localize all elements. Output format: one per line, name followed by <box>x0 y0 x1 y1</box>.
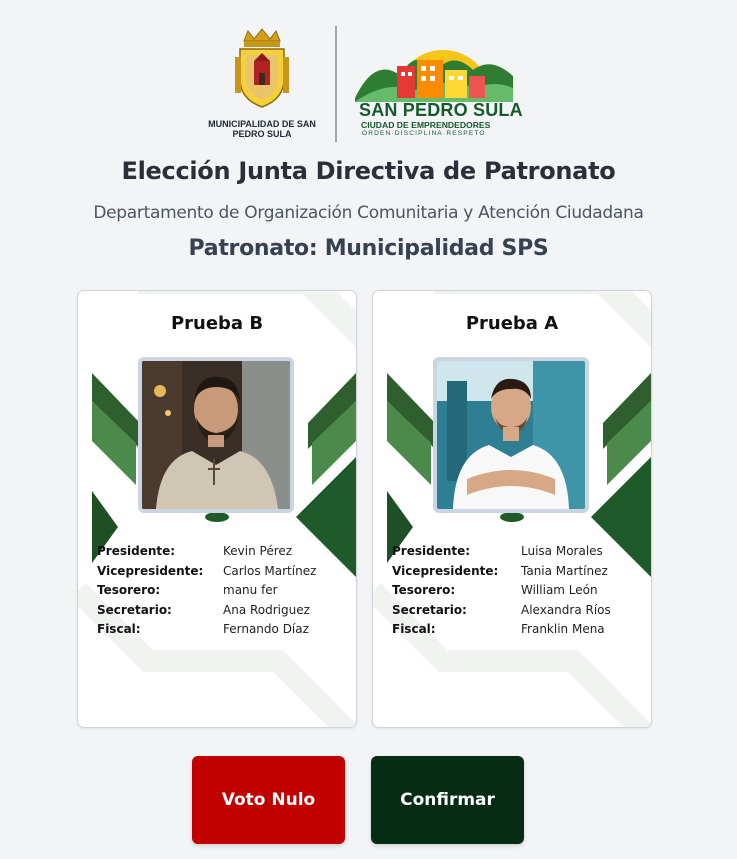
candidate-photo <box>138 357 294 513</box>
role-row: Secretario: Ana Rodriguez <box>97 603 347 623</box>
roles-list: Presidente: Kevin Pérez Vicepresidente: Ca… <box>97 544 347 642</box>
roles-list: Presidente: Luisa Morales Vicepresidente:… <box>392 544 642 642</box>
role-label: Vicepresidente: <box>97 563 204 578</box>
role-row: Secretario: Alexandra Ríos <box>392 603 642 623</box>
sps-logo-subtitle: CIUDAD DE EMPRENDEDORES <box>361 120 491 130</box>
role-label: Tesorero: <box>97 583 161 598</box>
sps-logo-motto: ORDEN·DISCIPLINA·RESPETO <box>362 130 486 137</box>
page-subtitle: Departamento de Organización Comunitaria… <box>93 203 644 223</box>
role-label: Tesorero: <box>392 583 456 598</box>
role-value: Ana Rodriguez <box>223 602 310 617</box>
city-skyline-icon <box>355 50 513 102</box>
role-value: manu fer <box>223 583 278 598</box>
patronato-label: Patronato: Municipalidad SPS <box>188 236 549 261</box>
role-row: Presidente: Luisa Morales <box>392 544 642 564</box>
coat-of-arms-icon <box>235 28 289 108</box>
role-value: Carlos Martínez <box>223 563 317 578</box>
role-value: Luisa Morales <box>521 544 603 558</box>
confirm-button[interactable]: Confirmar <box>371 756 524 844</box>
role-value: Fernando Díaz <box>223 622 309 637</box>
role-value: Kevin Pérez <box>223 544 293 558</box>
role-value: Franklin Mena <box>521 622 605 637</box>
role-row: Tesorero: William León <box>392 583 642 603</box>
role-label: Fiscal: <box>392 622 436 637</box>
sps-logo-title: SAN PEDRO SULA <box>359 100 523 120</box>
role-label: Secretario: <box>97 602 172 617</box>
role-row: Presidente: Kevin Pérez <box>97 544 347 564</box>
role-label: Secretario: <box>392 602 467 617</box>
header-logos: MUNICIPALIDAD DE SAN PEDRO SULA SAN PEDR… <box>0 22 737 147</box>
role-row: Fiscal: Fernando Díaz <box>97 622 347 642</box>
role-row: Vicepresidente: Carlos Martínez <box>97 564 347 584</box>
candidate-photo <box>433 357 589 513</box>
role-row: Fiscal: Franklin Mena <box>392 622 642 642</box>
municipalidad-logo-text: MUNICIPALIDAD DE SAN PEDRO SULA <box>208 119 316 139</box>
role-label: Vicepresidente: <box>392 563 499 578</box>
person-photo-icon <box>142 361 290 509</box>
role-value: Tania Martínez <box>521 563 608 578</box>
role-row: Tesorero: manu fer <box>97 583 347 603</box>
logo-divider <box>335 26 337 142</box>
card-title: Prueba A <box>465 313 559 334</box>
null-vote-button[interactable]: Voto Nulo <box>192 756 345 844</box>
role-label: Presidente: <box>392 544 471 558</box>
role-value: Alexandra Ríos <box>521 602 611 617</box>
person-photo-icon <box>437 361 585 509</box>
candidate-card[interactable]: Prueba A Presidente: Luisa Morales Vicepr… <box>372 290 652 728</box>
role-row: Vicepresidente: Tania Martínez <box>392 564 642 584</box>
candidate-card[interactable]: Prueba B Presidente: Kevin Pérez Vicepres… <box>77 290 357 728</box>
role-label: Presidente: <box>97 544 176 558</box>
municipalidad-logo: MUNICIPALIDAD DE SAN PEDRO SULA <box>206 27 318 145</box>
sps-logo: SAN PEDRO SULA CIUDAD DE EMPRENDEDORES O… <box>355 36 523 144</box>
role-value: William León <box>521 583 598 598</box>
page-title: Elección Junta Directiva de Patronato <box>121 157 616 185</box>
role-label: Fiscal: <box>97 622 141 637</box>
card-title: Prueba B <box>170 313 264 334</box>
